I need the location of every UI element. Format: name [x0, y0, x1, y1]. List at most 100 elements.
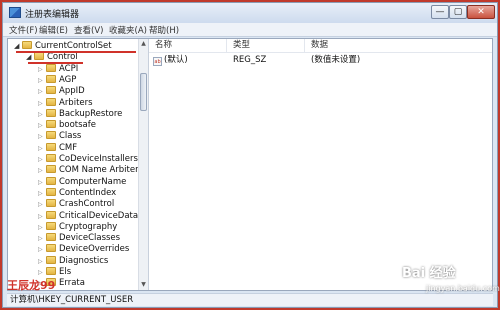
expand-arrow-icon[interactable]: ▷ — [38, 109, 46, 120]
tree-item[interactable]: ▷ CMF — [38, 142, 78, 154]
close-button[interactable]: ✕ — [467, 5, 495, 19]
tree-item[interactable]: ▷ CoDeviceInstallers — [38, 154, 138, 165]
menu-help[interactable]: 帮助(H) — [149, 24, 179, 36]
expand-arrow-icon[interactable]: ▷ — [38, 154, 46, 165]
expand-arrow-icon[interactable]: ▷ — [38, 75, 46, 86]
expand-arrow-icon[interactable]: ▷ — [38, 199, 46, 210]
tree-item[interactable]: ▷ Diagnostics — [38, 255, 109, 267]
tree-item-label: Arbiters — [59, 97, 93, 108]
tree-item-label: CrashControl — [59, 199, 115, 210]
tree-item[interactable]: ▷ COM Name Arbiter — [38, 165, 139, 176]
folder-icon — [22, 41, 32, 49]
folder-icon — [46, 142, 56, 151]
expand-arrow-icon[interactable]: ▷ — [38, 143, 46, 154]
tree-item-label: DeviceOverrides — [59, 244, 130, 255]
folder-icon — [46, 187, 56, 196]
tree-item[interactable]: ▷ BackupRestore — [38, 108, 123, 120]
annotation-underline — [16, 51, 136, 53]
tree-item-label: bootsafe — [59, 120, 96, 131]
value-row-name[interactable]: ab (默认) — [153, 55, 188, 66]
tree-item-label: COM Name Arbiter — [59, 165, 139, 176]
menu-edit[interactable]: 编辑(E) — [39, 24, 68, 36]
tree-item[interactable]: ▷ Cryptography — [38, 221, 118, 233]
tree-item-label: AGP — [59, 74, 77, 85]
expand-arrow-icon[interactable]: ▷ — [38, 98, 46, 109]
folder-icon — [46, 255, 56, 264]
expand-arrow-icon[interactable]: ▷ — [38, 244, 46, 255]
tree-item[interactable]: ▷ ContentIndex — [38, 187, 117, 199]
tree-item[interactable]: ▷ bootsafe — [38, 120, 96, 131]
folder-icon — [46, 131, 56, 140]
tree-item[interactable]: ▷ Class — [38, 131, 81, 142]
watermark-url: jingyan.baidu.com — [426, 284, 500, 293]
watermark-brand: Bai 经验 — [402, 266, 456, 281]
folder-icon — [46, 165, 56, 174]
registry-editor-icon — [9, 7, 21, 18]
title-bar[interactable]: 注册表编辑器 — ▢ ✕ — [3, 3, 497, 23]
tree-item-label: Cryptography — [59, 221, 118, 232]
tree-item-label: Errata — [59, 278, 85, 289]
folder-icon — [46, 108, 56, 117]
author-watermark: 王辰龙99 — [7, 279, 56, 292]
value-row-type: REG_SZ — [233, 55, 267, 65]
baidu-jingyan-watermark: Bai 经验 jingyan.baidu.com — [402, 262, 500, 302]
expand-arrow-icon[interactable]: ▷ — [38, 131, 46, 142]
tree-item[interactable]: ▷ ACPI — [38, 63, 79, 75]
expand-arrow-icon[interactable]: ▷ — [38, 86, 46, 97]
tree-item[interactable]: ▷ AGP — [38, 74, 77, 86]
tree-item-label: Diagnostics — [59, 255, 109, 266]
folder-icon — [46, 74, 56, 83]
tree-item[interactable]: ▷ Arbiters — [38, 97, 93, 109]
folder-icon — [46, 244, 56, 253]
expand-arrow-icon[interactable]: ▷ — [38, 188, 46, 199]
tree-item-label: ComputerName — [59, 176, 127, 187]
tree-item-label: BackupRestore — [59, 108, 123, 119]
tree-item[interactable]: ▷ ComputerName — [38, 176, 127, 188]
expand-arrow-icon[interactable]: ▷ — [38, 64, 46, 75]
expand-arrow-icon[interactable]: ▷ — [38, 222, 46, 233]
scroll-up-icon[interactable]: ▲ — [139, 39, 148, 49]
scroll-down-icon[interactable]: ▼ — [139, 280, 148, 290]
tree-item-label: Class — [59, 131, 82, 142]
tree-item[interactable]: ▷ CrashControl — [38, 199, 114, 210]
folder-icon — [46, 86, 56, 95]
tree-item-label: Els — [59, 267, 72, 277]
editor-client-area: ◢ CurrentControlSet ◢ Control ▷ ACPI ▷ AGP ▷ AppI… — [7, 38, 493, 291]
minimize-button[interactable]: — — [431, 5, 449, 19]
expand-arrow-icon[interactable]: ▷ — [38, 211, 46, 222]
menu-view[interactable]: 查看(V) — [74, 24, 103, 36]
folder-icon — [46, 221, 56, 230]
expand-arrow-icon[interactable]: ▷ — [38, 233, 46, 244]
column-header-name[interactable]: 名称 — [149, 39, 227, 52]
folder-icon — [46, 120, 56, 129]
tree-item-label: ContentIndex — [59, 187, 117, 198]
expand-arrow-icon[interactable]: ▷ — [38, 165, 46, 176]
tree-scrollbar[interactable]: ▲ ▼ — [138, 39, 148, 290]
folder-icon — [46, 176, 56, 185]
scroll-thumb[interactable] — [140, 73, 147, 111]
menu-file[interactable]: 文件(F) — [9, 24, 38, 36]
column-header-type[interactable]: 类型 — [227, 39, 305, 52]
expand-arrow-icon[interactable]: ▷ — [38, 177, 46, 188]
folder-icon — [34, 52, 44, 61]
folder-icon — [46, 154, 56, 162]
menu-favorites[interactable]: 收藏夹(A) — [109, 24, 147, 36]
tree-item[interactable]: ▷ DeviceOverrides — [38, 244, 129, 255]
folder-icon — [46, 199, 56, 208]
maximize-button[interactable]: ▢ — [449, 5, 467, 19]
column-header-data[interactable]: 数据 — [305, 39, 492, 52]
expand-arrow-icon[interactable]: ▷ — [38, 256, 46, 267]
tree-item-label: CMF — [59, 142, 78, 153]
tree-item-label: ACPI — [59, 63, 79, 74]
tree-item-label: CoDeviceInstallers — [59, 154, 138, 164]
expand-arrow-icon[interactable]: ▷ — [38, 120, 46, 131]
string-value-icon: ab — [153, 57, 162, 66]
folder-icon — [46, 97, 56, 106]
tree-item[interactable]: ▷ DeviceClasses — [38, 233, 120, 244]
tree-item[interactable]: ▷ CriticalDeviceDataba — [38, 210, 148, 222]
annotation-underline — [28, 62, 83, 64]
registry-tree: ◢ CurrentControlSet ◢ Control ▷ ACPI ▷ AGP ▷ AppI… — [8, 39, 149, 290]
tree-item[interactable]: ▷ AppID — [38, 86, 85, 97]
menu-bar: 文件(F) 编辑(E) 查看(V) 收藏夹(A) 帮助(H) — [3, 23, 497, 37]
folder-icon — [46, 233, 56, 242]
